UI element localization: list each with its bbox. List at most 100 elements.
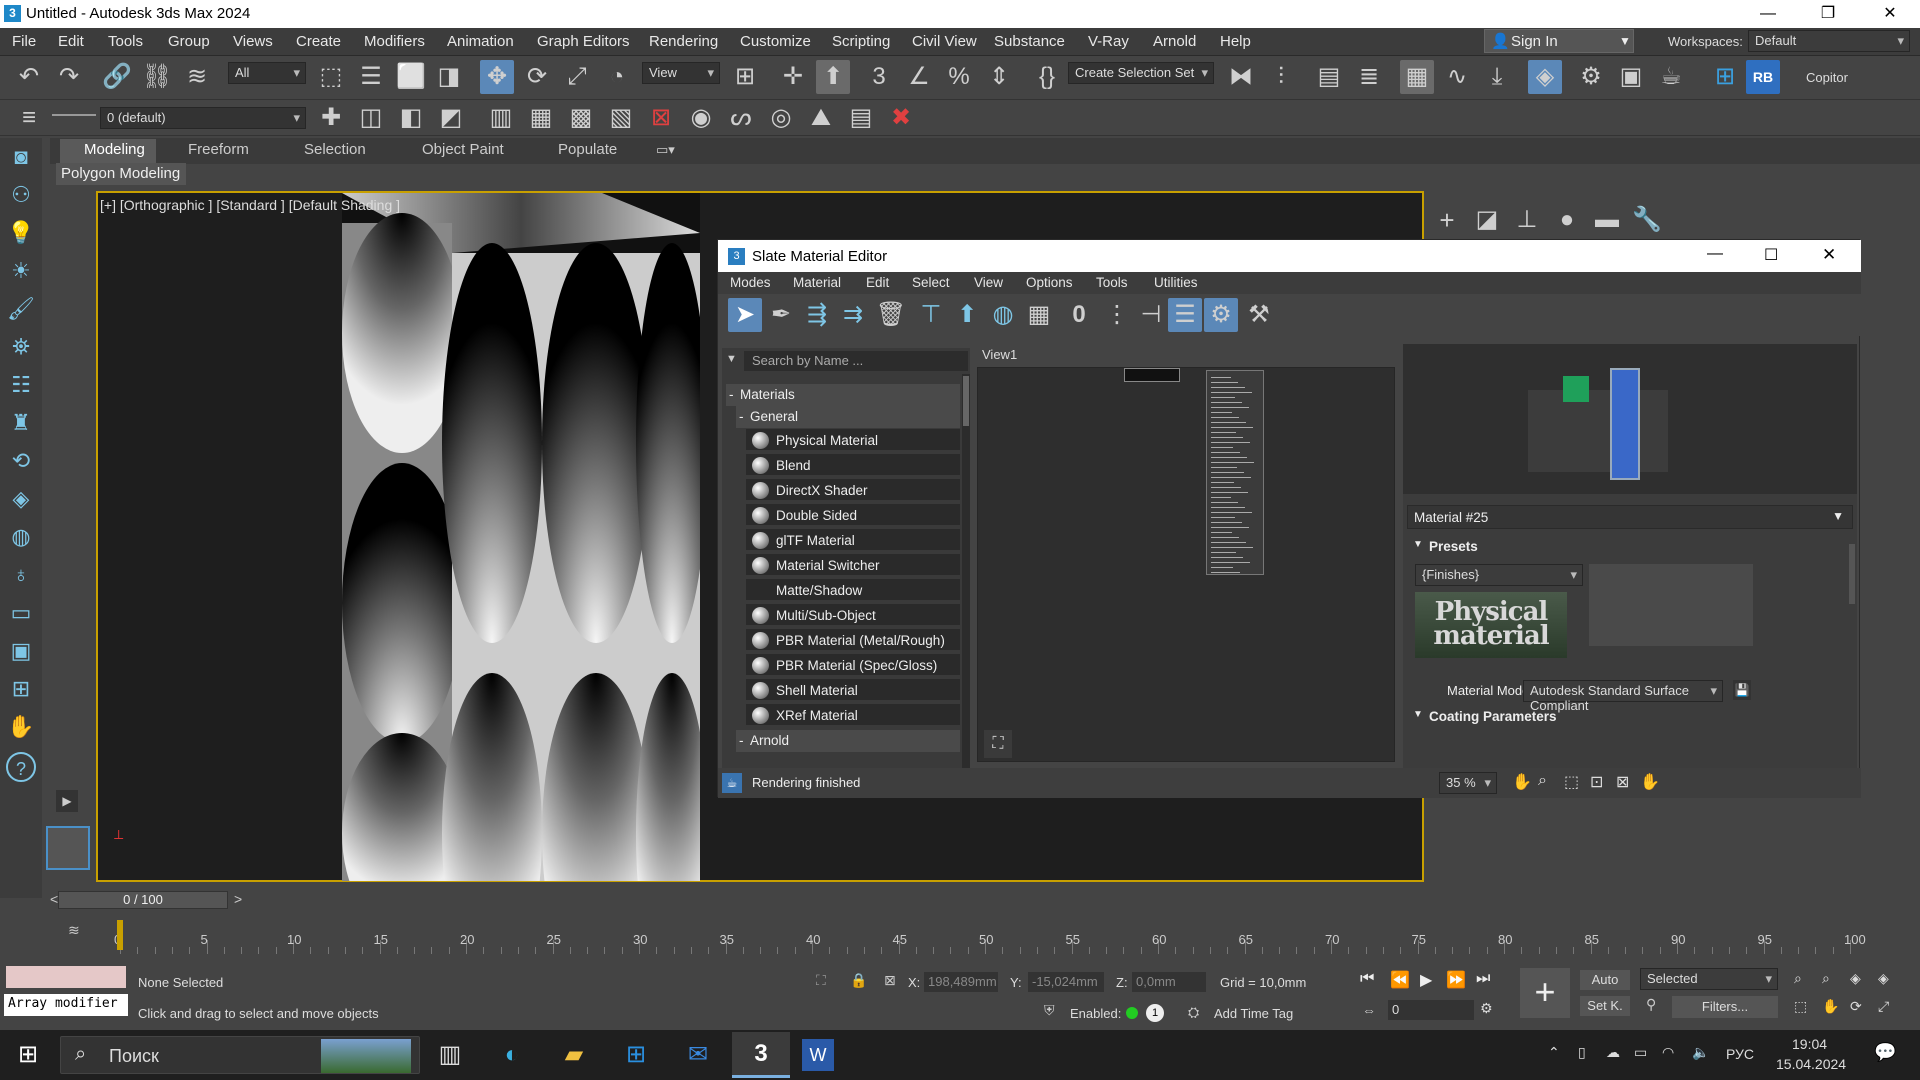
- store-icon[interactable]: ⊞: [616, 1038, 656, 1072]
- info-badge-icon[interactable]: 1: [1146, 1004, 1164, 1022]
- tray-device-icon[interactable]: ▯: [1578, 1044, 1586, 1061]
- current-frame-field[interactable]: 0: [1388, 1000, 1474, 1020]
- clone-align-icon[interactable]: ▧: [604, 101, 638, 135]
- tab-populate[interactable]: Populate: [558, 141, 617, 158]
- tab-freeform[interactable]: Freeform: [188, 141, 249, 158]
- helper-icon[interactable]: ⚇: [6, 180, 36, 210]
- array-icon[interactable]: ▦: [524, 101, 558, 135]
- curve-toggle-icon[interactable]: ≋: [68, 922, 80, 939]
- taskbar-search[interactable]: ⌕ Поиск: [60, 1036, 420, 1074]
- set-key-big-button[interactable]: +: [1520, 968, 1570, 1018]
- set-current-layer-icon[interactable]: ◩: [434, 101, 468, 135]
- sme-close-icon[interactable]: ✕: [1822, 245, 1836, 265]
- unlink-icon[interactable]: ⛓: [140, 60, 174, 94]
- battery-icon[interactable]: ▭: [1634, 1044, 1647, 1061]
- viewport-label[interactable]: [+] [Orthographic ] [Standard ] [Default…: [100, 197, 400, 213]
- chevron-down-icon[interactable]: ▼: [1832, 509, 1844, 523]
- nav-extents-icon[interactable]: ◈: [1850, 970, 1861, 987]
- layer-dropdown[interactable]: 0 (default): [100, 107, 306, 129]
- material-item[interactable]: Matte/Shadow: [746, 579, 960, 602]
- menu-edit[interactable]: Edit: [58, 33, 84, 50]
- rotate-icon[interactable]: ⟳: [520, 60, 554, 94]
- placement-icon[interactable]: ◔: [600, 60, 634, 94]
- nav-maximize-icon[interactable]: ⤢: [1878, 998, 1889, 1015]
- material-editor-icon[interactable]: ◈: [1528, 60, 1562, 94]
- put-to-scene-icon[interactable]: ⇶: [800, 298, 834, 332]
- isolate-icon[interactable]: ⛶: [816, 972, 826, 989]
- sun-icon[interactable]: ☀: [6, 256, 36, 286]
- list-icon[interactable]: ☷: [6, 370, 36, 400]
- time-slider[interactable]: 0 / 100: [58, 891, 228, 909]
- expand-arrow-icon[interactable]: ▶: [56, 790, 78, 812]
- absolute-mode-icon[interactable]: ⊠: [884, 972, 896, 989]
- menu-help[interactable]: Help: [1220, 33, 1251, 50]
- script-tool-3-icon[interactable]: ◎: [764, 101, 798, 135]
- nav-zoom-all-icon[interactable]: ⌕: [1822, 970, 1830, 987]
- rb-icon[interactable]: RB: [1746, 60, 1780, 94]
- select-manipulate-icon[interactable]: ✛: [776, 60, 810, 94]
- play-icon[interactable]: ▶: [1420, 970, 1432, 990]
- edit-named-selection-icon[interactable]: {}: [1030, 60, 1064, 94]
- tab-view1[interactable]: View1: [982, 344, 1034, 364]
- script-tool-1-icon[interactable]: ◉: [684, 101, 718, 135]
- workspaces-dropdown[interactable]: Default: [1748, 30, 1910, 52]
- rollout-presets[interactable]: ▼ Presets: [1407, 536, 1853, 558]
- select-in-layer-icon[interactable]: ◧: [394, 101, 428, 135]
- nav-pan-icon[interactable]: ✋: [1822, 998, 1839, 1015]
- reference-coordinate-dropdown[interactable]: View: [642, 62, 720, 84]
- screen-icon[interactable]: ▣: [6, 636, 36, 666]
- scale-icon[interactable]: ⤢: [560, 60, 594, 94]
- zoom-icon[interactable]: ⌕: [1538, 772, 1547, 790]
- menu-views[interactable]: Views: [233, 33, 273, 50]
- create-layer-icon[interactable]: ✚: [314, 101, 348, 135]
- layer-explorer-icon[interactable]: ≣: [1352, 60, 1386, 94]
- snapshot-icon[interactable]: ▩: [564, 101, 598, 135]
- sme-menu-view[interactable]: View: [974, 275, 1003, 290]
- save-preset-icon[interactable]: 💾: [1733, 680, 1751, 700]
- material-search-input[interactable]: Search by Name ...: [744, 351, 968, 371]
- display-panel-icon[interactable]: ▬: [1590, 203, 1624, 237]
- menu-vray[interactable]: V-Ray: [1088, 33, 1129, 50]
- light-icon[interactable]: 💡: [6, 218, 36, 248]
- move-icon[interactable]: ✥: [480, 60, 514, 94]
- zoom-extents-icon[interactable]: ⊡: [1590, 772, 1603, 792]
- material-node[interactable]: [1206, 370, 1264, 575]
- sme-select-tool-icon[interactable]: ➤: [728, 298, 762, 332]
- parameter-editor-icon[interactable]: ⚙: [1204, 298, 1238, 332]
- key-filter-dropdown[interactable]: Selected: [1640, 968, 1778, 990]
- menu-group[interactable]: Group: [168, 33, 210, 50]
- nav-extents-all-icon[interactable]: ◈: [1878, 970, 1889, 987]
- material-map-navigator-icon[interactable]: ☰: [1168, 298, 1202, 332]
- delete-icon[interactable]: 🗑: [874, 298, 908, 332]
- viewport-layout-thumb[interactable]: [46, 826, 90, 870]
- presets-dropdown[interactable]: {Finishes}: [1415, 564, 1583, 586]
- menu-graph-editors[interactable]: Graph Editors: [537, 33, 630, 50]
- pan-mode-icon[interactable]: ✋: [1640, 772, 1660, 792]
- select-by-name-icon[interactable]: ☰: [354, 60, 388, 94]
- material-node-preview[interactable]: [1124, 368, 1180, 382]
- rotate-scene-icon[interactable]: ⟲: [6, 446, 36, 476]
- motion-panel-icon[interactable]: ●: [1550, 203, 1584, 237]
- menu-tools[interactable]: Tools: [108, 33, 143, 50]
- go-to-start-icon[interactable]: ⏮: [1360, 970, 1374, 988]
- z-coordinate-field[interactable]: 0,0mm: [1132, 972, 1206, 992]
- select-object-icon[interactable]: ⬚: [314, 60, 348, 94]
- script-tool-2-icon[interactable]: ᔕ: [724, 101, 758, 135]
- notification-icon[interactable]: 💬: [1874, 1042, 1896, 1063]
- sme-menu-select[interactable]: Select: [912, 275, 950, 290]
- ribbon-options-icon[interactable]: ▭▾: [656, 142, 675, 158]
- zoom-extents-selected-icon[interactable]: ⊠: [1616, 772, 1629, 792]
- render-setup-icon[interactable]: ⚙: [1574, 60, 1608, 94]
- key-tangent-icon[interactable]: ⚲: [1646, 996, 1656, 1013]
- material-id-icon[interactable]: 0: [1062, 298, 1096, 332]
- sme-menu-utilities[interactable]: Utilities: [1154, 275, 1198, 290]
- material-item[interactable]: PBR Material (Spec/Gloss): [746, 654, 960, 677]
- lock-icon[interactable]: 🔒: [850, 972, 867, 989]
- prev-frame-icon[interactable]: <: [50, 891, 58, 907]
- add-to-layer-icon[interactable]: ◫: [354, 101, 388, 135]
- panel-icon[interactable]: ▭: [6, 598, 36, 628]
- curve-editor-icon[interactable]: ∿: [1440, 60, 1474, 94]
- camera-icon[interactable]: ◙: [6, 142, 36, 172]
- copitor-label[interactable]: Copitor: [1806, 70, 1848, 85]
- collapse-icon[interactable]: ⊠: [644, 101, 678, 135]
